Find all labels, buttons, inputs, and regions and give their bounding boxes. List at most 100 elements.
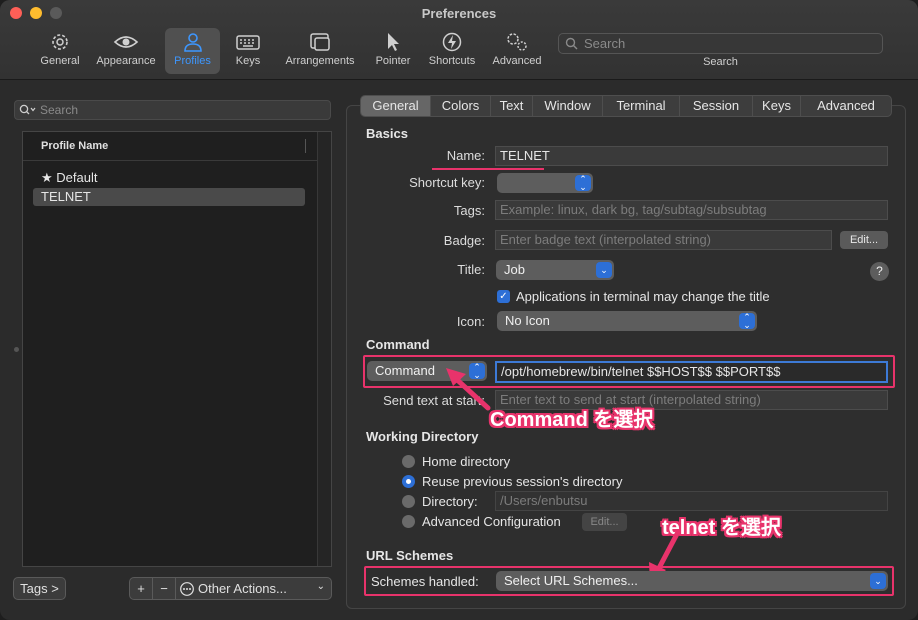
advanced-configuration-label: Advanced Configuration xyxy=(422,514,561,529)
toolbar-shortcuts-label: Shortcuts xyxy=(428,55,476,67)
toolbar-search-placeholder: Search xyxy=(584,36,626,51)
radio-home-directory[interactable] xyxy=(402,455,415,468)
radio-advanced-configuration[interactable] xyxy=(402,515,415,528)
person-icon xyxy=(183,33,202,52)
toolbar-search-label: Search xyxy=(703,56,738,68)
tab-keys[interactable]: Keys xyxy=(753,96,801,116)
lightning-icon xyxy=(442,32,462,52)
icon-label: Icon: xyxy=(456,314,485,329)
updown-arrow-icon: ⌃ ⌄ xyxy=(739,313,755,330)
add-profile-button[interactable]: + xyxy=(129,577,153,600)
gears-icon xyxy=(507,33,527,51)
profile-list-scrollbar[interactable] xyxy=(317,132,331,566)
chevron-down-icon: ⌄ xyxy=(870,573,886,589)
profile-list-header[interactable]: Profile Name xyxy=(23,132,331,161)
eye-icon xyxy=(113,36,139,48)
toolbar-advanced-label: Advanced xyxy=(492,55,542,67)
tags-field[interactable]: Example: linux, dark bg, tag/subtag/subs… xyxy=(495,200,888,220)
chevron-down-icon: ⌄ xyxy=(596,262,612,278)
toolbar-pointer-label: Pointer xyxy=(375,55,411,67)
tab-window[interactable]: Window xyxy=(533,96,603,116)
title-popup-value: Job xyxy=(504,262,525,277)
profile-search-placeholder: Search xyxy=(40,103,79,117)
profile-row-default[interactable]: ★ Default xyxy=(33,169,305,187)
toolbar-keys-label: Keys xyxy=(235,55,261,67)
other-actions-button[interactable]: Other Actions... ⌄ xyxy=(175,577,332,600)
ellipsis-circle-icon xyxy=(180,581,194,596)
toolbar-profiles-label: Profiles xyxy=(174,55,211,67)
toolbar-arrangements[interactable]: Arrangements xyxy=(280,28,360,74)
keyboard-icon xyxy=(236,35,260,50)
icon-popup-value: No Icon xyxy=(505,313,550,328)
search-icon xyxy=(565,37,578,50)
toolbar-shortcuts[interactable]: Shortcuts xyxy=(424,28,480,74)
gear-icon xyxy=(52,34,68,50)
tab-general[interactable]: General xyxy=(361,96,431,116)
schemes-handled-label: Schemes handled: xyxy=(371,574,479,589)
icon-popup[interactable]: No Icon ⌃ ⌄ xyxy=(497,311,757,331)
window-title: Preferences xyxy=(421,6,497,21)
toolbar-general-label: General xyxy=(40,55,80,67)
chevron-down-icon: ⌄ xyxy=(316,581,325,592)
badge-label: Badge: xyxy=(443,233,485,248)
toolbar-advanced[interactable]: Advanced xyxy=(488,28,546,74)
other-actions-label: Other Actions... xyxy=(198,581,287,596)
name-field[interactable]: TELNET xyxy=(495,146,888,166)
toolbar-appearance-label: Appearance xyxy=(96,55,156,67)
toolbar-search-input[interactable]: Search xyxy=(558,33,883,54)
profile-row-telnet[interactable]: TELNET xyxy=(33,188,305,206)
annotation-command-note: Command を選択 xyxy=(490,409,654,431)
url-schemes-popup[interactable]: Select URL Schemes... ⌄ xyxy=(496,571,888,591)
profile-list: Profile Name ★ Default TELNET xyxy=(22,131,332,567)
directory-label: Directory: xyxy=(422,494,478,509)
toolbar-general[interactable]: General xyxy=(36,28,84,74)
radio-directory[interactable] xyxy=(402,495,415,508)
column-header-profile-name: Profile Name xyxy=(41,140,109,152)
badge-field[interactable]: Enter badge text (interpolated string) xyxy=(495,230,832,250)
apps-change-title-label: Applications in terminal may change the … xyxy=(516,289,770,304)
url-schemes-value: Select URL Schemes... xyxy=(504,573,638,588)
section-url-schemes: URL Schemes xyxy=(366,548,454,563)
preferences-window: Preferences General Appearance Profiles … xyxy=(0,0,918,620)
tags-button[interactable]: Tags > xyxy=(13,577,66,600)
shortcut-key-label: Shortcut key: xyxy=(409,175,485,190)
section-working-directory: Working Directory xyxy=(366,429,479,444)
toolbar-appearance[interactable]: Appearance xyxy=(92,28,160,74)
shortcut-key-popup[interactable]: ⌃ ⌄ xyxy=(497,173,593,193)
command-mode-value: Command xyxy=(375,363,435,378)
search-icon xyxy=(19,104,36,115)
updown-arrow-icon: ⌃ ⌄ xyxy=(575,175,591,192)
toolbar: Preferences General Appearance Profiles … xyxy=(0,0,918,80)
toolbar-pointer[interactable]: Pointer xyxy=(370,28,416,74)
command-field[interactable]: /opt/homebrew/bin/telnet $$HOST$$ $$PORT… xyxy=(495,361,888,383)
tab-text[interactable]: Text xyxy=(491,96,533,116)
tab-terminal[interactable]: Terminal xyxy=(603,96,680,116)
title-popup[interactable]: Job ⌄ xyxy=(496,260,614,280)
toolbar-arrangements-label: Arrangements xyxy=(285,55,355,67)
tab-session[interactable]: Session xyxy=(680,96,753,116)
split-handle[interactable] xyxy=(14,347,19,352)
radio-reuse-directory[interactable] xyxy=(402,475,415,488)
name-underline xyxy=(432,168,544,170)
name-label: Name: xyxy=(446,148,485,163)
tab-advanced[interactable]: Advanced xyxy=(801,96,891,116)
toolbar-keys[interactable]: Keys xyxy=(228,28,268,74)
advanced-config-edit-button[interactable]: Edit... xyxy=(582,513,627,531)
section-command: Command xyxy=(366,337,430,352)
reuse-directory-label: Reuse previous session's directory xyxy=(422,474,623,489)
home-directory-label: Home directory xyxy=(422,454,511,469)
badge-edit-button[interactable]: Edit... xyxy=(840,231,888,249)
toolbar-profiles[interactable]: Profiles xyxy=(165,28,220,74)
directory-field[interactable]: /Users/enbutsu xyxy=(495,491,888,511)
profile-tabs: General Colors Text Window Terminal Sess… xyxy=(360,95,892,117)
help-button[interactable]: ? xyxy=(870,262,889,281)
apps-change-title-checkbox[interactable]: ✓ xyxy=(497,290,510,303)
tab-colors[interactable]: Colors xyxy=(431,96,491,116)
column-separator xyxy=(305,139,306,153)
remove-profile-button[interactable]: − xyxy=(152,577,176,600)
windows-icon xyxy=(310,33,330,51)
profile-search-input[interactable]: Search xyxy=(14,100,331,120)
tags-label: Tags: xyxy=(453,203,485,218)
title-label: Title: xyxy=(457,262,485,277)
section-basics: Basics xyxy=(366,126,408,141)
